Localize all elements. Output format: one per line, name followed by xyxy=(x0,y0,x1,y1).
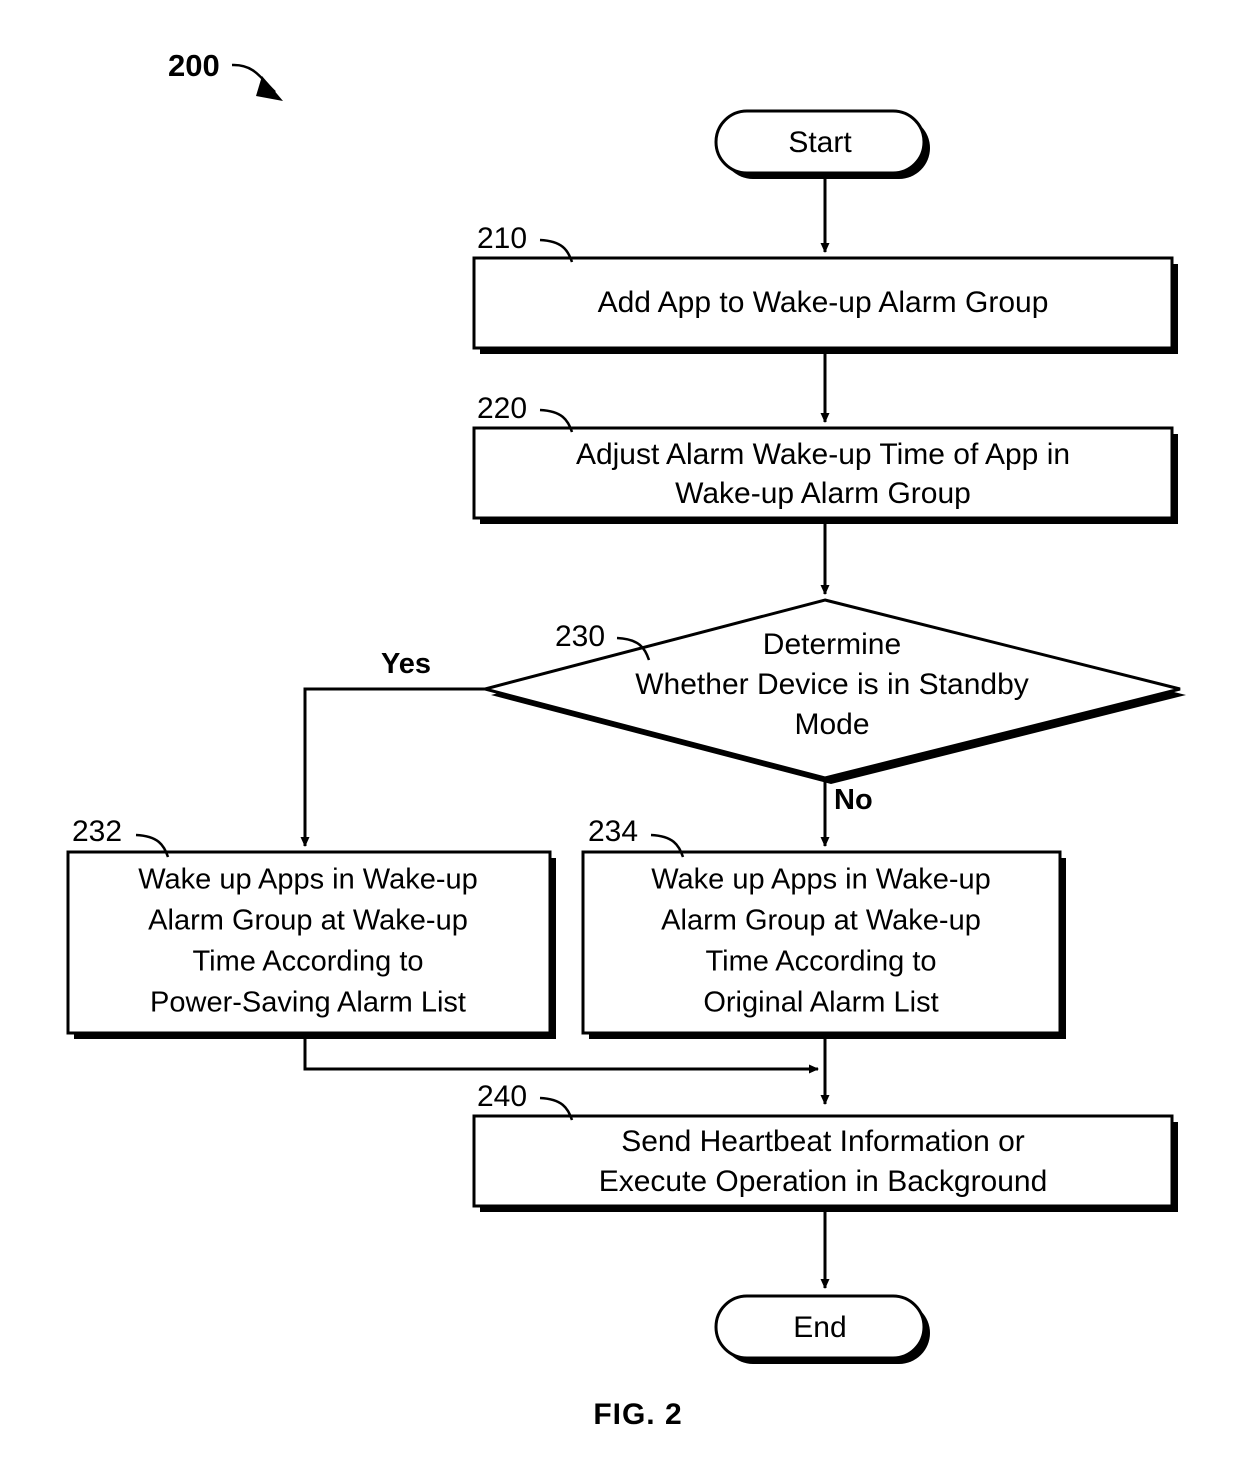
ref-number-232: 232 xyxy=(72,815,122,848)
node-step-220-line-1: Wake-up Alarm Group xyxy=(675,477,971,510)
node-step-232-line-1: Alarm Group at Wake-up xyxy=(148,905,468,937)
branch-label-yes: Yes xyxy=(381,648,431,680)
node-decision-230-line-2: Mode xyxy=(794,708,869,741)
node-step-240-line-1: Execute Operation in Background xyxy=(599,1165,1048,1198)
node-step-220-line-0: Adjust Alarm Wake-up Time of App in xyxy=(576,438,1070,471)
ref-number-220: 220 xyxy=(477,392,527,425)
ref-number-234: 234 xyxy=(588,815,638,848)
node-step-240-line-0: Send Heartbeat Information or xyxy=(621,1125,1025,1158)
node-step-234-line-0: Wake up Apps in Wake-up xyxy=(651,864,991,896)
ref-number-240: 240 xyxy=(477,1080,527,1113)
node-step-234-line-1: Alarm Group at Wake-up xyxy=(661,905,981,937)
figure-caption: FIG. 2 xyxy=(593,1398,682,1431)
node-decision-230-line-0: Determine xyxy=(763,628,901,661)
node-step-210-line-0: Add App to Wake-up Alarm Group xyxy=(598,286,1049,319)
node-decision-230-line-1: Whether Device is in Standby xyxy=(635,668,1029,701)
node-step-234-line-2: Time According to xyxy=(705,946,936,978)
ref-number-210: 210 xyxy=(477,222,527,255)
node-step-232-line-0: Wake up Apps in Wake-up xyxy=(138,864,478,896)
node-step-232-line-3: Power-Saving Alarm List xyxy=(150,987,466,1019)
figure-200-flowchart: 200 Start 210 Add App to Wake-up Alarm G… xyxy=(0,0,1240,1466)
flowchart-canvas: 200 Start 210 Add App to Wake-up Alarm G… xyxy=(66,48,1186,1431)
connector-yes-to-232 xyxy=(300,687,485,847)
figure-number: 200 xyxy=(168,48,220,83)
node-end-label: End xyxy=(793,1311,846,1344)
node-step-232-line-2: Time According to xyxy=(192,946,423,978)
figure-number-leader xyxy=(231,63,283,101)
branch-label-no: No xyxy=(834,784,873,816)
node-start-label: Start xyxy=(788,126,852,159)
ref-number-230: 230 xyxy=(555,620,605,653)
node-step-234-line-3: Original Alarm List xyxy=(703,987,938,1019)
